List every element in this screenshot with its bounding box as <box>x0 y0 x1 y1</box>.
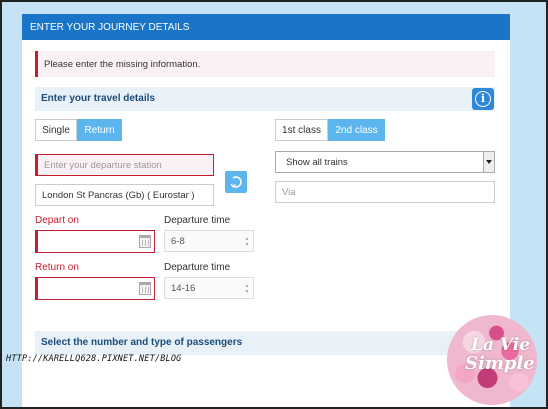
depart-time-label: Departure time <box>164 215 231 226</box>
return-date-input[interactable] <box>35 277 155 300</box>
return-time-value: 14-16 <box>171 283 196 294</box>
info-button[interactable]: i <box>472 88 494 110</box>
chevron-down-icon[interactable] <box>483 152 494 172</box>
calendar-icon[interactable] <box>139 282 151 295</box>
blog-logo: La Vie Simple <box>447 315 537 405</box>
departure-station-input[interactable]: Enter your departure station <box>35 154 214 176</box>
logo-text-line1: La Vie <box>471 335 531 355</box>
return-time-input[interactable]: 14-16 ▲ ▼ <box>164 277 254 299</box>
spinner-icon[interactable]: ▲ ▼ <box>244 283 250 295</box>
passengers-section-title: Select the number and type of passengers <box>35 331 495 355</box>
journey-panel: ENTER YOUR JOURNEY DETAILS Please enter … <box>22 14 510 407</box>
calendar-icon[interactable] <box>139 235 151 248</box>
depart-date-input[interactable] <box>35 230 155 253</box>
depart-time-value: 6-8 <box>171 236 185 247</box>
logo-text-line2: Simple <box>465 353 535 374</box>
second-class-toggle[interactable]: 2nd class <box>328 119 385 141</box>
swap-icon <box>230 176 242 188</box>
trains-filter-select[interactable]: Show all trains <box>275 151 495 173</box>
travel-details-section-title: Enter your travel details <box>35 87 495 111</box>
page-frame: ENTER YOUR JOURNEY DETAILS Please enter … <box>0 0 548 409</box>
info-icon: i <box>475 91 491 107</box>
swap-stations-button[interactable] <box>225 171 247 193</box>
return-on-label: Return on <box>35 262 79 273</box>
spinner-icon[interactable]: ▲ ▼ <box>244 236 250 248</box>
blog-watermark: HTTP://KARELLQ628.PIXNET.NET/BLOG <box>6 354 182 364</box>
trains-filter-value: Show all trains <box>286 157 348 168</box>
return-time-label: Departure time <box>164 262 231 273</box>
first-class-toggle[interactable]: 1st class <box>275 119 328 141</box>
arrival-station-input[interactable]: London St Pancras (Gb) ( Eurostar ) <box>35 184 214 206</box>
panel-header: ENTER YOUR JOURNEY DETAILS <box>22 14 510 40</box>
depart-on-label: Depart on <box>35 215 79 226</box>
single-toggle[interactable]: Single <box>35 119 77 141</box>
depart-time-input[interactable]: 6-8 ▲ ▼ <box>164 230 254 252</box>
via-input[interactable]: Via <box>275 181 495 203</box>
via-placeholder: Via <box>282 187 296 198</box>
return-toggle[interactable]: Return <box>77 119 122 141</box>
departure-station-placeholder: Enter your departure station <box>44 160 162 171</box>
error-alert: Please enter the missing information. <box>35 51 495 77</box>
